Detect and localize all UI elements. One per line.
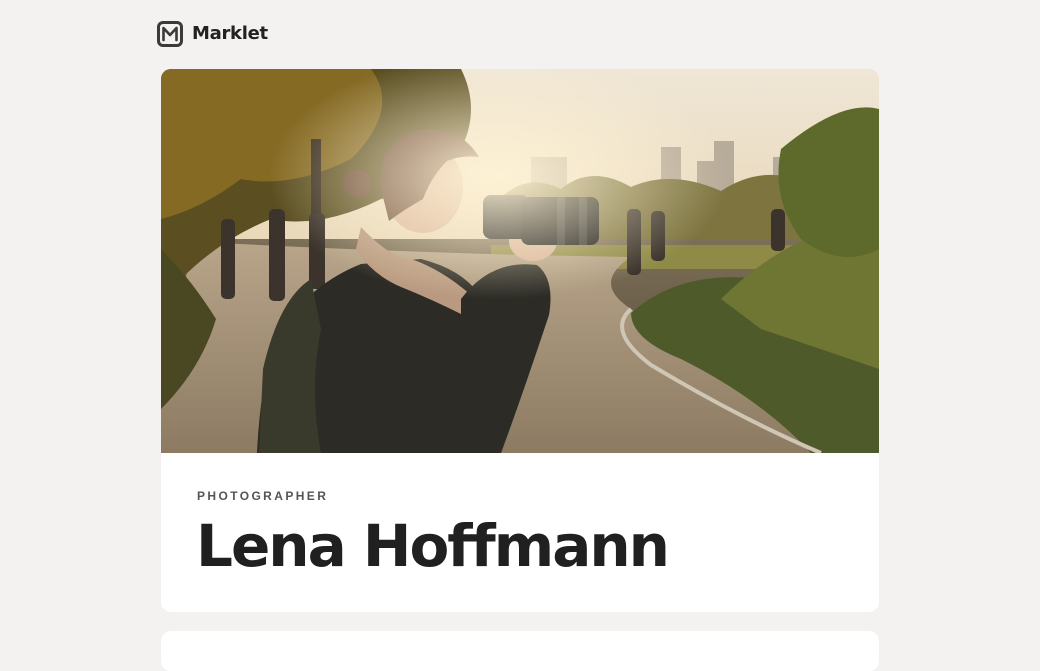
brand-name[interactable]: Marklet (192, 23, 268, 44)
photographer-in-park-photo (161, 69, 879, 453)
next-section-card (161, 631, 879, 671)
profile-name: Lena Hoffmann (196, 512, 670, 580)
m-logo-icon[interactable] (156, 20, 184, 48)
profile-card: PHOTOGRAPHER Lena Hoffmann (161, 69, 879, 612)
top-bar: Marklet (156, 19, 268, 48)
role-label: PHOTOGRAPHER (197, 489, 329, 503)
